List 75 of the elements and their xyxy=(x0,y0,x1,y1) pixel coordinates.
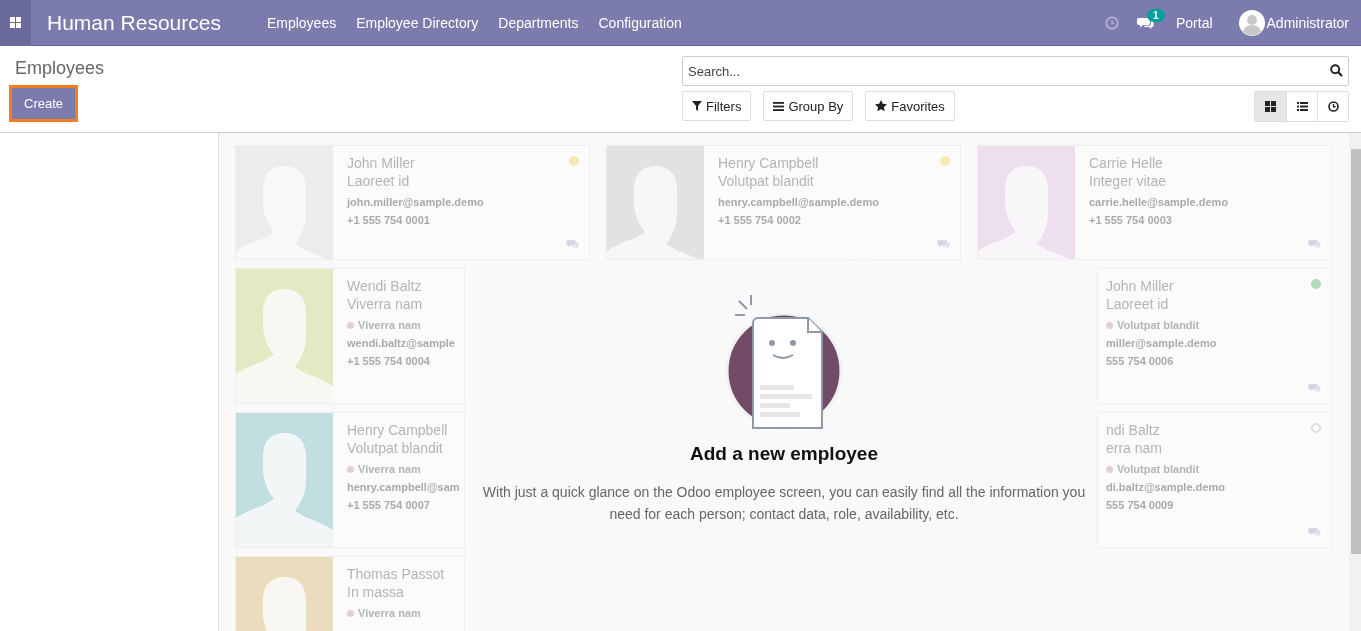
search-field[interactable]: Search... xyxy=(682,56,1349,86)
email-text: henry.campbell@sam xyxy=(347,481,460,493)
scrollbar[interactable] xyxy=(1349,133,1361,631)
create-button[interactable]: Create xyxy=(12,88,76,119)
email-text: di.baltz@sample.demo xyxy=(1106,481,1225,493)
phone-text: +1 555 754 0004 xyxy=(347,355,431,367)
bars-icon xyxy=(773,100,785,112)
phone-text: +1 555 754 0001 xyxy=(347,214,431,226)
employee-card[interactable]: Carrie Helle Integer vitae carrie.helle@sample.demo +1 555 754 0003 xyxy=(977,145,1332,260)
portal-link[interactable]: Portal xyxy=(1175,14,1213,31)
filter-menu-button[interactable]: Group By xyxy=(763,91,854,121)
email-text: john.miller@sample.demo xyxy=(347,196,484,208)
filter-icon xyxy=(692,101,702,111)
job-title: Laoreet id xyxy=(347,172,411,190)
menu-item[interactable]: Employee Directory xyxy=(356,14,479,31)
empty-state-title: Add a new employee xyxy=(690,443,878,465)
menu-item[interactable]: Configuration xyxy=(598,14,682,31)
menu-item[interactable]: Employees xyxy=(266,14,337,31)
scrollbar-thumb[interactable] xyxy=(1351,149,1361,554)
chat-icon[interactable] xyxy=(1136,15,1154,30)
job-title: Volutpat blandit xyxy=(718,172,815,190)
employee-card[interactable]: John Miller Laoreet id john.miller@sample.demo +1 555 754 0001 xyxy=(235,145,590,260)
kanban-view-icon xyxy=(1265,101,1276,112)
user-menu[interactable]: Administrator xyxy=(1266,14,1349,31)
employee-card[interactable]: Henry Campbell Volutpat blandit Viverra nam henry.campbell@sam +1 555 754 0007 xyxy=(235,412,465,548)
job-title: Integer vitae xyxy=(1089,172,1168,190)
apps-grid-icon xyxy=(10,17,21,28)
phone-text: 555 754 0006 xyxy=(1106,355,1175,367)
employee-name: ndi Baltz xyxy=(1106,421,1161,439)
page-title: Employees xyxy=(15,58,105,79)
list-view-icon xyxy=(1296,101,1308,112)
job-title: In massa xyxy=(347,583,405,601)
employee-card[interactable]: Henry Campbell Volutpat blandit henry.campbell@sample.demo +1 555 754 0002 xyxy=(606,145,961,260)
email-text: henry.campbell@sample.demo xyxy=(718,196,879,208)
employee-name: John Miller xyxy=(1106,277,1175,295)
tag-label: Volutpat blandit xyxy=(1117,319,1200,331)
clock-view-icon xyxy=(1327,101,1339,112)
employee-card[interactable]: Wendi Baltz Viverra nam Viverra nam wendi.baltz@sample +1 555 754 0004 xyxy=(235,268,465,404)
employee-name: Henry Campbell xyxy=(347,421,449,439)
tag-label: Viverra nam xyxy=(358,319,421,331)
empty-state-text: With just a quick glance on the Odoo employee screen, you can easily find all the information you need for each person; contact data, role, availability, etc. xyxy=(481,483,1087,524)
email-text: carrie.helle@sample.demo xyxy=(1089,196,1229,208)
email-text: wendi.baltz@sample xyxy=(347,337,455,349)
employee-name: Thomas Passot xyxy=(347,565,445,583)
star-icon xyxy=(875,100,888,112)
view-switch-button[interactable] xyxy=(1255,92,1286,121)
filter-menu-button[interactable]: Favorites xyxy=(865,91,955,121)
job-title: Volutpat blandit xyxy=(347,439,444,457)
app-title: Human Resources xyxy=(47,10,221,35)
phone-text: 555 754 0009 xyxy=(1106,499,1175,511)
job-title: erra nam xyxy=(1106,439,1164,457)
menu-item[interactable]: Departments xyxy=(498,14,579,31)
phone-text: +1 555 754 0002 xyxy=(718,214,802,226)
employee-name: Carrie Helle xyxy=(1089,154,1164,172)
user-avatar-icon[interactable] xyxy=(1238,9,1265,36)
employee-name: Wendi Baltz xyxy=(347,277,423,295)
employee-name: Henry Campbell xyxy=(718,154,820,172)
employee-name: John Miller xyxy=(347,154,416,172)
phone-text: +1 555 754 0007 xyxy=(347,499,431,511)
view-switch-button[interactable] xyxy=(1317,92,1348,121)
apps-menu-button[interactable] xyxy=(0,0,31,46)
employee-card[interactable]: ndi Baltz erra nam Volutpat blandit di.baltz@sample.demo 555 754 0009 xyxy=(1097,412,1332,548)
message-count-badge: 1 xyxy=(1146,9,1165,22)
filter-menu-button[interactable]: Filters xyxy=(682,91,752,121)
phone-text: +1 555 754 0003 xyxy=(1089,214,1173,226)
job-title: Laoreet id xyxy=(1106,295,1170,313)
clock-icon[interactable] xyxy=(1104,15,1119,30)
tag-label: Viverra nam xyxy=(358,463,421,475)
job-title: Viverra nam xyxy=(347,295,424,313)
email-text: miller@sample.demo xyxy=(1106,337,1217,349)
search-icon[interactable] xyxy=(1330,64,1343,77)
employee-card[interactable]: Thomas Passot In massa Viverra nam xyxy=(235,556,465,631)
tag-label: Volutpat blandit xyxy=(1117,463,1200,475)
employee-card[interactable]: John Miller Laoreet id Volutpat blandit miller@sample.demo 555 754 0006 xyxy=(1097,268,1332,404)
tag-label: Viverra nam xyxy=(358,607,421,619)
